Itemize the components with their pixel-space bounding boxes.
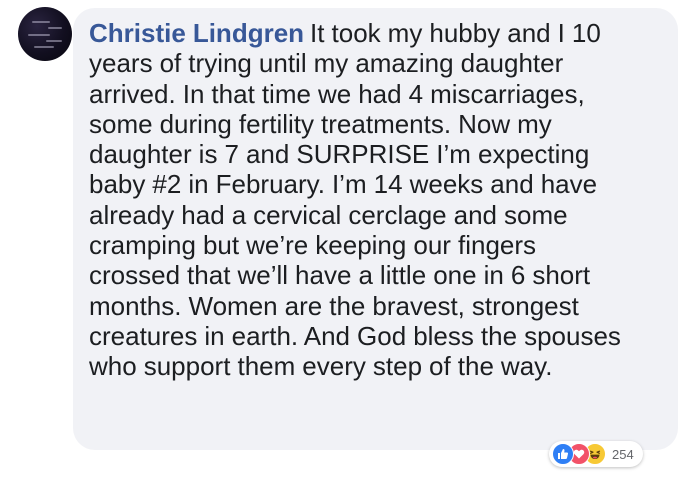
comment-text-line: some during fertility treatments. Now my (89, 108, 552, 139)
comment-text-line: It took my hubby and I 10 (310, 18, 601, 48)
reactions-summary[interactable]: 254 (549, 441, 643, 467)
comment-bubble: Christie Lindgren It took my hubby and I … (73, 8, 678, 450)
comment-author-name[interactable]: Christie Lindgren (89, 18, 304, 48)
comment-text-line: years of trying until my amazing daughte… (89, 48, 564, 79)
comment-text-line: arrived. In that time we had 4 miscarria… (89, 78, 585, 109)
comment-text-line: already had a cervical cerclage and some (89, 199, 568, 230)
comment-text-line: creatures in earth. And God bless the sp… (89, 320, 621, 351)
comment-text-line: crossed that we’ll have a little one in … (89, 260, 591, 291)
avatar-decoration (34, 46, 54, 48)
reaction-count: 254 (612, 446, 634, 462)
avatar-decoration (46, 40, 62, 42)
avatar-decoration (48, 27, 62, 29)
like-icon (552, 443, 574, 465)
comment-text-line: months. Women are the bravest, strongest (89, 290, 579, 321)
comment-text-line: daughter is 7 and SURPRISE I’m expecting (89, 139, 590, 170)
comment-body: Christie Lindgren It took my hubby and I … (89, 18, 662, 382)
comment-text-line: cramping but we’re keeping our fingers (89, 230, 537, 261)
avatar[interactable] (18, 7, 72, 61)
comment-text-line: baby #2 in February. I’m 14 weeks and ha… (89, 169, 598, 200)
avatar-decoration (28, 34, 50, 36)
comment-text-line: who support them every step of the way. (89, 351, 553, 382)
avatar-decoration (32, 21, 50, 23)
